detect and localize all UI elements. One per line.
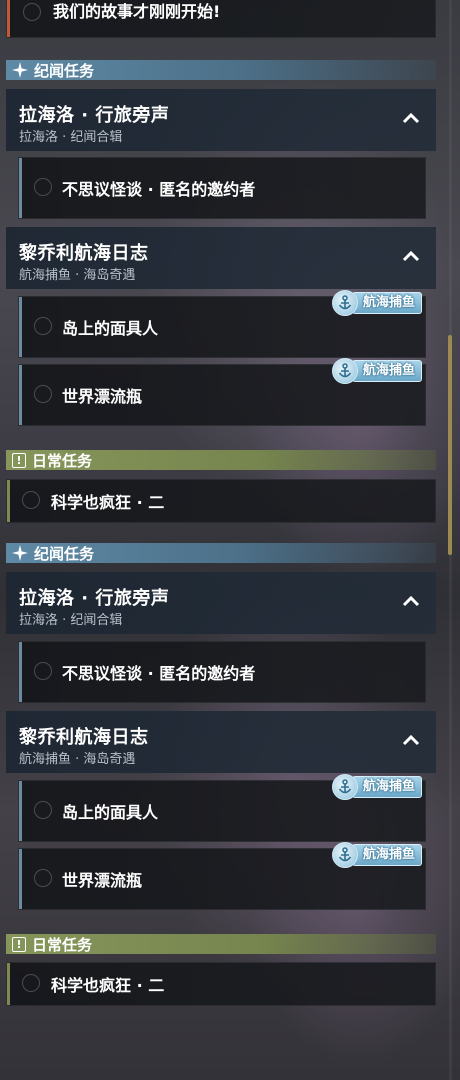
exclamation-icon: ! xyxy=(12,452,26,468)
quest-accent-bar xyxy=(7,0,10,37)
fishing-badge: 航海捕鱼 xyxy=(332,358,430,384)
chain-title: 黎乔利航海日志 xyxy=(19,727,149,748)
quest-status-circle-icon xyxy=(34,869,52,887)
anchor-icon xyxy=(332,774,358,800)
quest-label: 岛上的面具人 xyxy=(62,319,159,338)
quest-label: 我们的故事才刚刚开始! xyxy=(53,2,221,21)
badge-label: 航海捕鱼 xyxy=(352,292,423,314)
quest-label: 岛上的面具人 xyxy=(62,803,159,822)
quest-accent-bar xyxy=(19,781,22,841)
quest-status-circle-icon xyxy=(23,3,41,21)
daily-quest-item[interactable]: 科学也疯狂 · 二 xyxy=(6,479,436,523)
chevron-up-icon[interactable] xyxy=(402,111,420,125)
quest-status-circle-icon xyxy=(34,317,52,335)
chain-subtitle: 拉海洛 · 纪闻合辑 xyxy=(19,613,123,628)
section-header-daily[interactable]: ! 日常任务 xyxy=(6,450,436,470)
chain-title: 拉海洛 · 行旅旁声 xyxy=(19,105,170,126)
fishing-badge: 航海捕鱼 xyxy=(332,774,430,800)
chain-title: 黎乔利航海日志 xyxy=(19,243,149,264)
quest-accent-bar xyxy=(19,158,22,218)
chain-title: 拉海洛 · 行旅旁声 xyxy=(19,588,170,609)
section-title: 日常任务 xyxy=(32,935,93,954)
anchor-icon xyxy=(332,290,358,316)
quest-status-circle-icon xyxy=(34,662,52,680)
quest-chain-header[interactable]: 黎乔利航海日志 航海捕鱼 · 海岛奇遇 xyxy=(6,227,436,289)
quest-label: 科学也疯狂 · 二 xyxy=(51,493,165,512)
quest-status-circle-icon xyxy=(22,491,40,509)
chain-subtitle: 航海捕鱼 · 海岛奇遇 xyxy=(19,752,136,767)
quest-status-circle-icon xyxy=(34,178,52,196)
quest-item[interactable]: 不思议怪谈 · 匿名的邀约者 xyxy=(18,157,426,219)
quest-chain-header[interactable]: 拉海洛 · 行旅旁声 拉海洛 · 纪闻合辑 xyxy=(6,89,436,151)
quest-label: 不思议怪谈 · 匿名的邀约者 xyxy=(62,180,256,199)
quest-accent-bar xyxy=(7,963,10,1005)
fishing-badge: 航海捕鱼 xyxy=(332,290,430,316)
badge-label: 航海捕鱼 xyxy=(352,844,423,866)
quest-status-circle-icon xyxy=(34,385,52,403)
section-title: 纪闻任务 xyxy=(34,544,95,563)
anchor-icon xyxy=(332,842,358,868)
quest-label: 世界漂流瓶 xyxy=(62,387,143,406)
quest-accent-bar xyxy=(19,642,22,702)
scrollbar-thumb[interactable] xyxy=(448,335,452,555)
anchor-icon xyxy=(332,358,358,384)
quest-chain-header[interactable]: 黎乔利航海日志 航海捕鱼 · 海岛奇遇 xyxy=(6,711,436,773)
section-title: 日常任务 xyxy=(32,451,93,470)
chain-subtitle: 航海捕鱼 · 海岛奇遇 xyxy=(19,268,136,283)
chevron-up-icon[interactable] xyxy=(402,733,420,747)
chevron-up-icon[interactable] xyxy=(402,594,420,608)
exclamation-icon: ! xyxy=(12,936,26,952)
badge-label: 航海捕鱼 xyxy=(352,360,423,382)
section-header-daily[interactable]: ! 日常任务 xyxy=(6,934,436,954)
quest-accent-bar xyxy=(19,297,22,357)
chain-subtitle: 拉海洛 · 纪闻合辑 xyxy=(19,130,123,145)
quest-accent-bar xyxy=(19,365,22,425)
chevron-up-icon[interactable] xyxy=(402,249,420,263)
badge-label: 航海捕鱼 xyxy=(352,776,423,798)
quest-status-circle-icon xyxy=(22,974,40,992)
quest-label: 世界漂流瓶 xyxy=(62,871,143,890)
section-header-lore[interactable]: 纪闻任务 xyxy=(6,543,436,563)
quest-accent-bar xyxy=(7,480,10,522)
quest-accent-bar xyxy=(19,849,22,909)
quest-label: 不思议怪谈 · 匿名的邀约者 xyxy=(62,664,256,683)
sparkle-icon xyxy=(12,62,28,78)
quest-item-partial[interactable]: 我们的故事才刚刚开始! xyxy=(6,0,436,38)
section-header-lore[interactable]: 纪闻任务 xyxy=(6,60,436,80)
sparkle-icon xyxy=(12,545,28,561)
quest-status-circle-icon xyxy=(34,801,52,819)
fishing-badge: 航海捕鱼 xyxy=(332,842,430,868)
quest-item[interactable]: 不思议怪谈 · 匿名的邀约者 xyxy=(18,641,426,703)
quest-chain-header[interactable]: 拉海洛 · 行旅旁声 拉海洛 · 纪闻合辑 xyxy=(6,572,436,634)
daily-quest-item[interactable]: 科学也疯狂 · 二 xyxy=(6,962,436,1006)
quest-label: 科学也疯狂 · 二 xyxy=(51,976,165,995)
section-title: 纪闻任务 xyxy=(34,61,95,80)
